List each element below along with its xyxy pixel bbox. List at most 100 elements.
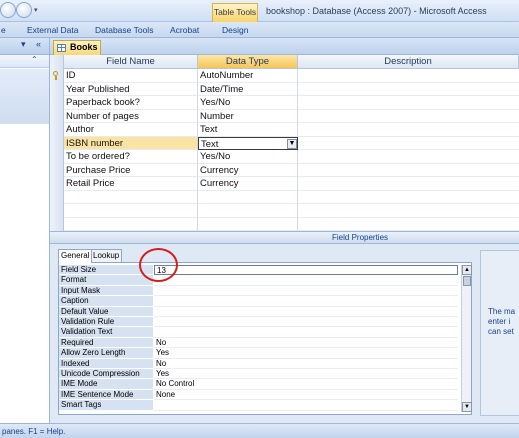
description-cell[interactable] bbox=[298, 137, 519, 150]
property-help-text: The ma enter i can set bbox=[488, 307, 516, 336]
property-value[interactable]: Yes bbox=[154, 369, 458, 380]
property-value[interactable] bbox=[154, 286, 458, 297]
tab-acrobat[interactable]: Acrobat bbox=[170, 22, 199, 38]
property-value[interactable] bbox=[154, 296, 458, 307]
data-type-cell[interactable]: Currency bbox=[198, 177, 298, 191]
description-cell[interactable] bbox=[298, 164, 519, 177]
property-value[interactable] bbox=[154, 400, 458, 411]
table-row[interactable]: Purchase Price Currency bbox=[64, 163, 519, 177]
data-type-cell[interactable] bbox=[198, 204, 298, 218]
field-name-cell[interactable]: Paperback book? bbox=[64, 96, 198, 110]
collapse-group-icon[interactable]: ⌃ bbox=[31, 55, 38, 64]
data-type-cell[interactable]: Currency bbox=[198, 163, 298, 177]
field-name-cell[interactable]: Retail Price bbox=[64, 177, 198, 191]
table-row-active[interactable]: ISBN number Text ▼ bbox=[64, 136, 519, 150]
field-name-cell[interactable]: To be ordered? bbox=[64, 150, 198, 164]
property-row[interactable]: Caption bbox=[59, 296, 471, 307]
property-row[interactable]: Default Value bbox=[59, 306, 471, 317]
description-cell[interactable] bbox=[298, 83, 519, 96]
document-tab-books[interactable]: Books bbox=[53, 40, 101, 55]
data-type-cell[interactable]: Date/Time bbox=[198, 82, 298, 96]
table-row[interactable]: Author Text bbox=[64, 123, 519, 137]
field-name-cell[interactable]: ISBN number bbox=[64, 136, 198, 150]
data-type-cell[interactable]: Text bbox=[198, 123, 298, 137]
shutter-bar-close-icon[interactable]: « bbox=[36, 39, 41, 49]
field-name-cell[interactable] bbox=[64, 217, 198, 231]
navigation-selected-object[interactable] bbox=[0, 69, 49, 124]
table-row-empty[interactable] bbox=[64, 217, 519, 231]
table-row[interactable]: Number of pages Number bbox=[64, 109, 519, 123]
property-row[interactable]: Smart Tags bbox=[59, 400, 471, 411]
property-row[interactable]: Required No bbox=[59, 337, 471, 349]
description-cell[interactable] bbox=[298, 96, 519, 110]
property-row[interactable]: Validation Text bbox=[59, 327, 471, 338]
description-cell[interactable] bbox=[298, 218, 519, 231]
property-sheet: Field Size 13 Format Input Mask Caption … bbox=[58, 262, 472, 415]
property-value[interactable] bbox=[154, 307, 458, 317]
customize-toolbar-icon[interactable]: ▾ bbox=[34, 6, 38, 14]
property-value[interactable]: None bbox=[154, 390, 458, 401]
description-cell[interactable] bbox=[298, 177, 519, 191]
table-row[interactable]: To be ordered? Yes/No bbox=[64, 150, 519, 164]
property-scrollbar[interactable]: ▲ ▼ bbox=[461, 265, 472, 412]
property-value[interactable] bbox=[154, 317, 458, 328]
description-cell[interactable] bbox=[298, 191, 519, 204]
tab-design[interactable]: Design bbox=[222, 22, 248, 38]
tab-create-clipped[interactable]: e bbox=[1, 22, 6, 38]
description-cell[interactable] bbox=[298, 123, 519, 137]
data-type-cell[interactable] bbox=[198, 190, 298, 204]
description-cell[interactable] bbox=[298, 69, 519, 83]
property-value[interactable]: Yes bbox=[154, 348, 458, 359]
table-row[interactable]: ID AutoNumber bbox=[64, 69, 519, 83]
table-row-empty[interactable] bbox=[64, 190, 519, 204]
data-type-cell[interactable]: Yes/No bbox=[198, 96, 298, 110]
field-size-input[interactable]: 13 bbox=[154, 265, 458, 276]
field-name-cell[interactable]: ID bbox=[64, 69, 198, 83]
property-row[interactable]: Allow Zero Length Yes bbox=[59, 348, 471, 359]
data-type-cell[interactable]: AutoNumber bbox=[198, 69, 298, 83]
property-row[interactable]: Indexed No bbox=[59, 358, 471, 369]
field-name-cell[interactable]: Number of pages bbox=[64, 109, 198, 123]
tab-general[interactable]: General bbox=[58, 249, 93, 263]
data-type-cell[interactable] bbox=[198, 217, 298, 231]
description-cell[interactable] bbox=[298, 110, 519, 123]
scroll-down-arrow-icon[interactable]: ▼ bbox=[462, 402, 472, 412]
data-type-cell[interactable]: Number bbox=[198, 109, 298, 123]
undo-icon[interactable] bbox=[0, 2, 16, 18]
property-value[interactable] bbox=[154, 275, 458, 286]
property-value[interactable]: No Control bbox=[154, 379, 458, 390]
redo-icon[interactable] bbox=[16, 2, 32, 18]
property-value[interactable]: No bbox=[154, 359, 458, 369]
property-value[interactable]: No bbox=[154, 338, 458, 349]
data-type-cell[interactable]: Yes/No bbox=[198, 150, 298, 164]
nav-menu-icon[interactable]: ▾ bbox=[21, 39, 26, 50]
navigation-group-header[interactable]: ⌃ bbox=[0, 55, 49, 68]
property-row-field-size[interactable]: Field Size 13 bbox=[59, 265, 471, 276]
property-row[interactable]: IME Mode No Control bbox=[59, 379, 471, 390]
field-name-cell[interactable] bbox=[64, 204, 198, 218]
property-row[interactable]: IME Sentence Mode None bbox=[59, 389, 471, 401]
field-name-cell[interactable]: Author bbox=[64, 123, 198, 137]
tab-lookup[interactable]: Lookup bbox=[90, 249, 123, 262]
tab-database-tools[interactable]: Database Tools bbox=[95, 22, 153, 38]
description-cell[interactable] bbox=[298, 204, 519, 218]
property-row[interactable]: Format bbox=[59, 275, 471, 286]
field-name-cell[interactable] bbox=[64, 190, 198, 204]
property-row[interactable]: Unicode Compression Yes bbox=[59, 369, 471, 380]
table-row[interactable]: Retail Price Currency bbox=[64, 177, 519, 191]
dropdown-arrow-icon[interactable]: ▼ bbox=[287, 138, 297, 149]
property-value[interactable] bbox=[154, 327, 458, 338]
property-row[interactable]: Input Mask bbox=[59, 285, 471, 297]
field-name-cell[interactable]: Year Published bbox=[64, 82, 198, 96]
table-row[interactable]: Paperback book? Yes/No bbox=[64, 96, 519, 110]
scroll-thumb[interactable] bbox=[463, 276, 471, 286]
table-row-empty[interactable] bbox=[64, 204, 519, 218]
property-row[interactable]: Validation Rule bbox=[59, 317, 471, 328]
field-name-cell[interactable]: Purchase Price bbox=[64, 163, 198, 177]
scroll-up-arrow-icon[interactable]: ▲ bbox=[462, 265, 472, 275]
tab-external-data[interactable]: External Data bbox=[27, 22, 79, 38]
row-selector-column[interactable] bbox=[50, 55, 64, 231]
data-type-combobox[interactable]: Text ▼ bbox=[198, 136, 298, 150]
table-row[interactable]: Year Published Date/Time bbox=[64, 82, 519, 96]
description-cell[interactable] bbox=[298, 150, 519, 164]
